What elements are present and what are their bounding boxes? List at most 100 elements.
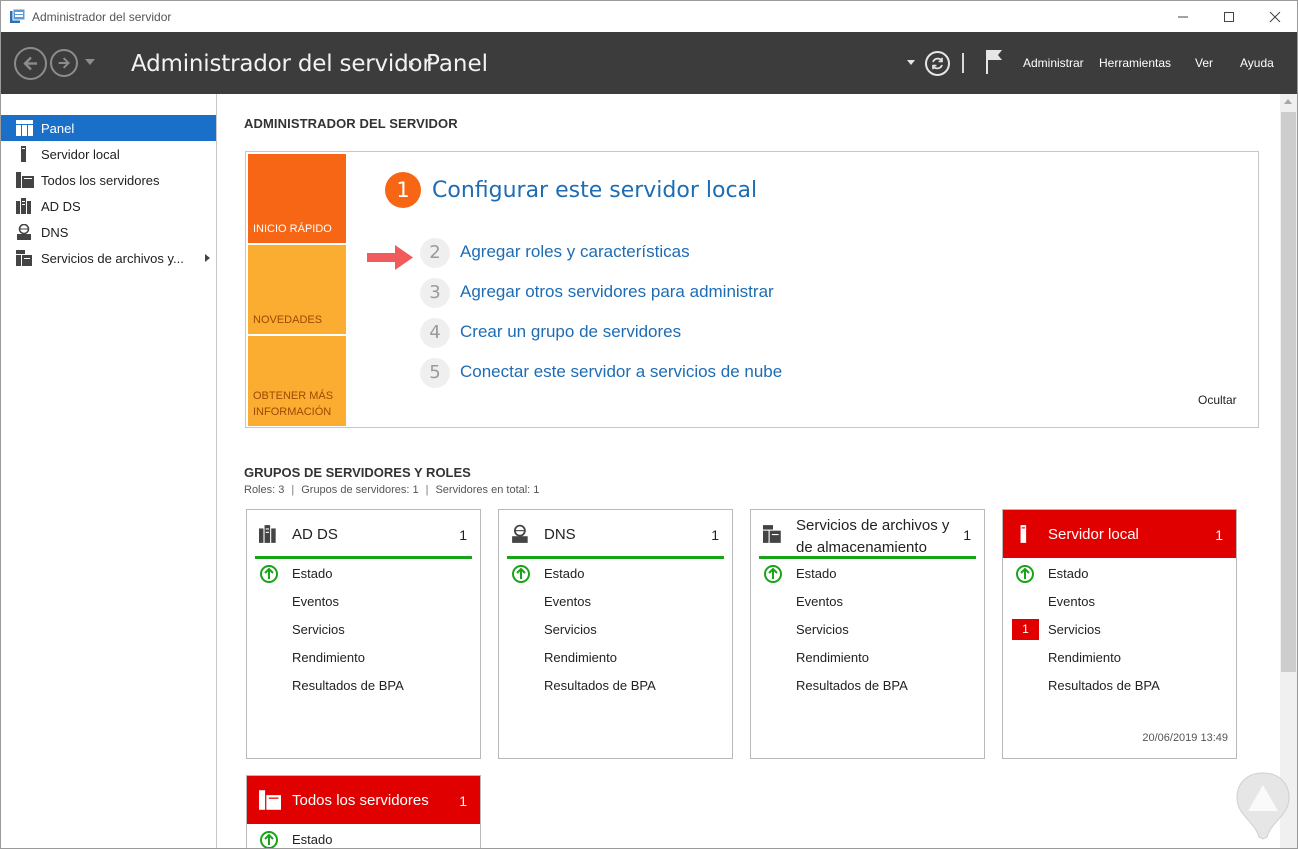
card-row-rendimiento[interactable]: Rendimiento — [751, 647, 984, 669]
card-title: DNS — [544, 526, 576, 543]
step-5-link[interactable]: Conectar este servidor a servicios de nu… — [460, 362, 782, 382]
card-row-rendimiento[interactable]: Rendimiento — [499, 647, 732, 669]
scroll-up-icon[interactable] — [1284, 99, 1292, 104]
maximize-icon — [1224, 11, 1234, 22]
row-label: Resultados de BPA — [1048, 678, 1160, 693]
groups-title: GRUPOS DE SERVIDORES Y ROLES — [244, 465, 471, 480]
vertical-scrollbar[interactable] — [1280, 94, 1297, 848]
notifications-flag-icon[interactable] — [984, 49, 1004, 80]
row-label: Eventos — [292, 594, 339, 609]
sidebar-item-label: Panel — [41, 121, 75, 136]
card-row-servicios[interactable]: Servicios — [751, 619, 984, 641]
dns-icon — [16, 223, 34, 240]
card-title: Servidor local — [1048, 526, 1139, 543]
menu-ver[interactable]: Ver — [1195, 56, 1213, 70]
row-label: Estado — [1048, 566, 1089, 581]
card-row-servicios[interactable]: 1 Servicios — [1003, 619, 1236, 641]
sidebar-item-ad-ds[interactable]: AD DS — [1, 193, 216, 219]
card-row-estado[interactable]: Estado — [247, 563, 480, 585]
card-row-estado[interactable]: Estado — [1003, 563, 1236, 585]
card-row-eventos[interactable]: Eventos — [247, 591, 480, 613]
groups-summary: Roles: 3 | Grupos de servidores: 1 | Servido… — [244, 484, 539, 496]
row-label: Eventos — [796, 594, 843, 609]
breadcrumb-separator-icon — [409, 60, 414, 68]
file-services-icon — [763, 524, 783, 549]
back-button[interactable] — [14, 47, 47, 80]
row-label: Estado — [796, 566, 837, 581]
card-header[interactable]: DNS 1 — [499, 510, 732, 558]
row-label: Resultados de BPA — [796, 678, 908, 693]
tile-novedades[interactable]: NOVEDADES — [248, 245, 346, 334]
role-card-dns[interactable]: DNS 1 Estado Eventos Servicios Rendimien… — [498, 509, 733, 759]
row-label: Servicios — [1048, 622, 1101, 637]
card-row-servicios[interactable]: Servicios — [499, 619, 732, 641]
card-row-eventos[interactable]: Eventos — [751, 591, 984, 613]
expand-arrow-icon[interactable] — [205, 254, 210, 262]
role-card-todos-los-servidores[interactable]: Todos los servidores 1 Estado — [246, 775, 481, 848]
card-row-rendimiento[interactable]: Rendimiento — [247, 647, 480, 669]
sidebar-item-todos-los-servidores[interactable]: Todos los servidores — [1, 167, 216, 193]
breadcrumb-root[interactable]: Administrador del servidor — [131, 51, 432, 77]
step-3-badge: 3 — [420, 278, 450, 308]
card-count: 1 — [711, 527, 719, 543]
sidebar-item-servidor-local[interactable]: Servidor local — [1, 141, 216, 167]
close-icon — [1269, 11, 1281, 22]
step-1-link[interactable]: Configurar este servidor local — [432, 178, 757, 203]
scroll-thumb[interactable] — [1281, 112, 1296, 672]
card-count: 1 — [459, 793, 467, 809]
step-3-link[interactable]: Agregar otros servidores para administra… — [460, 282, 774, 302]
card-row-estado[interactable]: Estado — [499, 563, 732, 585]
card-row-estado[interactable]: Estado — [247, 829, 480, 848]
server-groups-count: Grupos de servidores: 1 — [301, 484, 419, 496]
title-bar: Administrador del servidor — [1, 1, 1297, 32]
card-row-bpa[interactable]: Resultados de BPA — [1003, 675, 1236, 697]
tile-inicio-rapido[interactable]: INICIO RÁPIDO — [248, 154, 346, 243]
step-4-link[interactable]: Crear un grupo de servidores — [460, 322, 681, 342]
tile-obtener-mas-informacion[interactable]: OBTENER MÁS INFORMACIÓN — [248, 336, 346, 426]
card-row-bpa[interactable]: Resultados de BPA — [499, 675, 732, 697]
card-row-rendimiento[interactable]: Rendimiento — [1003, 647, 1236, 669]
row-label: Rendimiento — [544, 650, 617, 665]
red-arrow-icon — [367, 243, 415, 278]
sidebar-item-servicios-de-archivos[interactable]: Servicios de archivos y... — [1, 245, 216, 271]
close-button[interactable] — [1252, 1, 1297, 32]
hide-link[interactable]: Ocultar — [1198, 393, 1237, 407]
refresh-button[interactable] — [925, 51, 950, 76]
menu-administrar[interactable]: Administrar — [1023, 56, 1084, 70]
server-icon — [1015, 524, 1035, 549]
sidebar-item-panel[interactable]: Panel — [1, 115, 216, 141]
card-header[interactable]: Servicios de archivos y de almacenamiento… — [751, 510, 984, 558]
card-row-eventos[interactable]: Eventos — [1003, 591, 1236, 613]
header-dropdown-icon[interactable] — [907, 60, 915, 65]
minimize-button[interactable] — [1160, 1, 1206, 32]
role-card-servidor-local[interactable]: Servidor local 1 Estado Eventos 1 Servic… — [1002, 509, 1237, 759]
card-row-estado[interactable]: Estado — [751, 563, 984, 585]
server-manager-window: Administrador del servidor Administrador… — [0, 0, 1298, 849]
card-title: Todos los servidores — [292, 792, 429, 809]
role-card-ad-ds[interactable]: AD DS 1 Estado Eventos Servicios Rendimi… — [246, 509, 481, 759]
card-count: 1 — [1215, 527, 1223, 543]
role-card-servicios-de-archivos[interactable]: Servicios de archivos y de almacenamiento… — [750, 509, 985, 759]
card-header[interactable]: Servidor local 1 — [1003, 510, 1236, 558]
card-header[interactable]: AD DS 1 — [247, 510, 480, 558]
menu-herramientas[interactable]: Herramientas — [1099, 56, 1171, 70]
maximize-button[interactable] — [1206, 1, 1252, 32]
card-row-bpa[interactable]: Resultados de BPA — [247, 675, 480, 697]
status-ok-bar — [759, 556, 976, 559]
server-icon — [16, 146, 34, 162]
card-row-eventos[interactable]: Eventos — [499, 591, 732, 613]
forward-button[interactable] — [50, 49, 78, 77]
tile-label: NOVEDADES — [253, 314, 323, 326]
menu-ayuda[interactable]: Ayuda — [1240, 56, 1274, 70]
card-timestamp: 20/06/2019 13:49 — [1142, 732, 1228, 744]
card-header[interactable]: Todos los servidores 1 — [247, 776, 480, 824]
card-row-servicios[interactable]: Servicios — [247, 619, 480, 641]
card-row-bpa[interactable]: Resultados de BPA — [751, 675, 984, 697]
row-label: Resultados de BPA — [544, 678, 656, 693]
row-label: Resultados de BPA — [292, 678, 404, 693]
card-title: AD DS — [292, 526, 338, 543]
sidebar-item-dns[interactable]: DNS — [1, 219, 216, 245]
step-2-link[interactable]: Agregar roles y características — [460, 242, 690, 262]
history-dropdown-icon[interactable] — [85, 59, 95, 65]
step-5-badge: 5 — [420, 358, 450, 388]
